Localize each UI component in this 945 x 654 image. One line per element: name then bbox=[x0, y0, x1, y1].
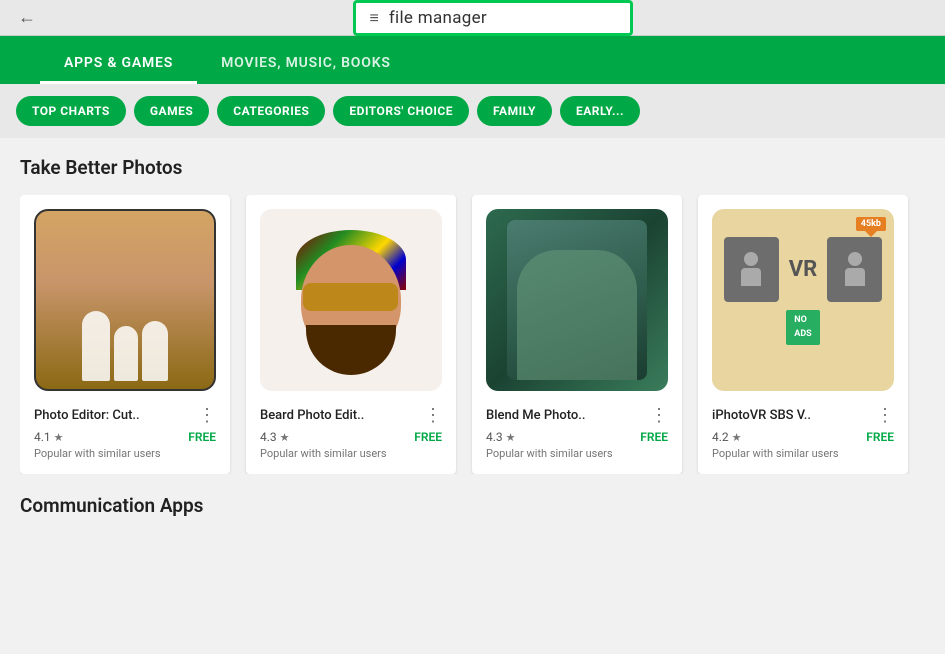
star-icon-1: ★ bbox=[54, 431, 64, 444]
chips-bar: TOP CHARTS GAMES CATEGORIES EDITORS' CHO… bbox=[0, 84, 945, 138]
main-content: Take Better Photos Photo Editor: Cut.. ⋮… bbox=[0, 138, 945, 535]
price-vr: FREE bbox=[866, 430, 894, 444]
popular-photo-editor: Popular with similar users bbox=[34, 447, 216, 460]
app-card-beard: Beard Photo Edit.. ⋮ 4.3 ★ FREE Popular … bbox=[246, 195, 456, 474]
section-title-communication: Communication Apps bbox=[20, 494, 925, 517]
app-thumbnail-vr: 45kb VR bbox=[712, 209, 894, 391]
price-photo-editor: FREE bbox=[188, 430, 216, 444]
silhouette-group bbox=[82, 311, 168, 381]
more-icon-blend[interactable]: ⋮ bbox=[650, 405, 668, 426]
person-body bbox=[741, 268, 761, 286]
chip-top-charts[interactable]: TOP CHARTS bbox=[16, 96, 126, 126]
silhouette-1 bbox=[82, 311, 110, 381]
search-box[interactable]: ≡ file manager bbox=[353, 0, 633, 36]
tab-movies-music[interactable]: MOVIES, MUSIC, BOOKS bbox=[197, 45, 415, 84]
hamburger-icon: ≡ bbox=[370, 8, 379, 28]
app-card-blend: Blend Me Photo.. ⋮ 4.3 ★ FREE Popular wi… bbox=[472, 195, 682, 474]
search-container: ≡ file manager bbox=[52, 0, 933, 36]
couple-silhouette bbox=[517, 250, 637, 380]
more-icon-beard[interactable]: ⋮ bbox=[424, 405, 442, 426]
popular-vr: Popular with similar users bbox=[712, 447, 894, 460]
cards-row: Photo Editor: Cut.. ⋮ 4.1 ★ FREE Popular… bbox=[20, 195, 925, 474]
more-icon-photo-editor[interactable]: ⋮ bbox=[198, 405, 216, 426]
chip-editors-choice[interactable]: EDITORS' CHOICE bbox=[333, 96, 469, 126]
app-thumbnail-beard bbox=[260, 209, 442, 391]
popular-blend: Popular with similar users bbox=[486, 447, 668, 460]
chip-games[interactable]: GAMES bbox=[134, 96, 209, 126]
vr-right-card bbox=[827, 237, 882, 302]
browser-bar: ← ≡ file manager bbox=[0, 0, 945, 36]
star-icon-4: ★ bbox=[732, 431, 742, 444]
app-card-vr: 45kb VR bbox=[698, 195, 908, 474]
app-thumbnail-blend bbox=[486, 209, 668, 391]
price-beard: FREE bbox=[414, 430, 442, 444]
chip-categories[interactable]: CATEGORIES bbox=[217, 96, 325, 126]
chip-family[interactable]: FAMILY bbox=[477, 96, 552, 126]
rating-vr: 4.2 ★ bbox=[712, 430, 742, 444]
section-title-photos: Take Better Photos bbox=[20, 156, 925, 179]
beard-hair bbox=[306, 325, 396, 375]
person-icon-left bbox=[737, 252, 765, 288]
silhouette-2 bbox=[114, 326, 138, 381]
vr-badge-arrow bbox=[865, 231, 877, 237]
person-head bbox=[744, 252, 758, 266]
person-head-2 bbox=[848, 252, 862, 266]
chip-early-access[interactable]: EARLY... bbox=[560, 96, 640, 126]
app-name-blend: Blend Me Photo.. bbox=[486, 408, 586, 423]
app-info-photo-editor: Photo Editor: Cut.. ⋮ 4.1 ★ FREE Popular… bbox=[34, 401, 216, 460]
app-thumbnail-photo-editor bbox=[34, 209, 216, 391]
person-body-2 bbox=[845, 268, 865, 286]
star-icon-2: ★ bbox=[280, 431, 290, 444]
app-name-photo-editor: Photo Editor: Cut.. bbox=[34, 408, 140, 423]
tab-apps-games[interactable]: APPS & GAMES bbox=[40, 45, 197, 84]
app-info-blend: Blend Me Photo.. ⋮ 4.3 ★ FREE Popular wi… bbox=[486, 401, 668, 460]
more-icon-vr[interactable]: ⋮ bbox=[876, 405, 894, 426]
app-card-photo-editor: Photo Editor: Cut.. ⋮ 4.1 ★ FREE Popular… bbox=[20, 195, 230, 474]
nav-header: APPS & GAMES MOVIES, MUSIC, BOOKS bbox=[0, 36, 945, 84]
no-ads-badge: NOADS bbox=[786, 310, 819, 345]
rating-beard: 4.3 ★ bbox=[260, 430, 290, 444]
sunglasses bbox=[303, 283, 398, 311]
app-name-beard: Beard Photo Edit.. bbox=[260, 408, 364, 423]
vr-label: VR bbox=[789, 257, 817, 282]
person-icon-right bbox=[841, 252, 869, 288]
beard-face bbox=[291, 225, 411, 375]
app-info-vr: iPhotoVR SBS V.. ⋮ 4.2 ★ FREE Popular wi… bbox=[712, 401, 894, 460]
rating-photo-editor: 4.1 ★ bbox=[34, 430, 64, 444]
app-info-beard: Beard Photo Edit.. ⋮ 4.3 ★ FREE Popular … bbox=[260, 401, 442, 460]
price-blend: FREE bbox=[640, 430, 668, 444]
back-button[interactable]: ← bbox=[12, 5, 42, 30]
blend-couple bbox=[507, 220, 647, 380]
popular-beard: Popular with similar users bbox=[260, 447, 442, 460]
silhouette-3 bbox=[142, 321, 168, 381]
star-icon-3: ★ bbox=[506, 431, 516, 444]
vr-left-card bbox=[724, 237, 779, 302]
search-query: file manager bbox=[389, 8, 487, 28]
vr-kb-badge: 45kb bbox=[856, 217, 886, 231]
rating-blend: 4.3 ★ bbox=[486, 430, 516, 444]
app-name-vr: iPhotoVR SBS V.. bbox=[712, 408, 811, 423]
